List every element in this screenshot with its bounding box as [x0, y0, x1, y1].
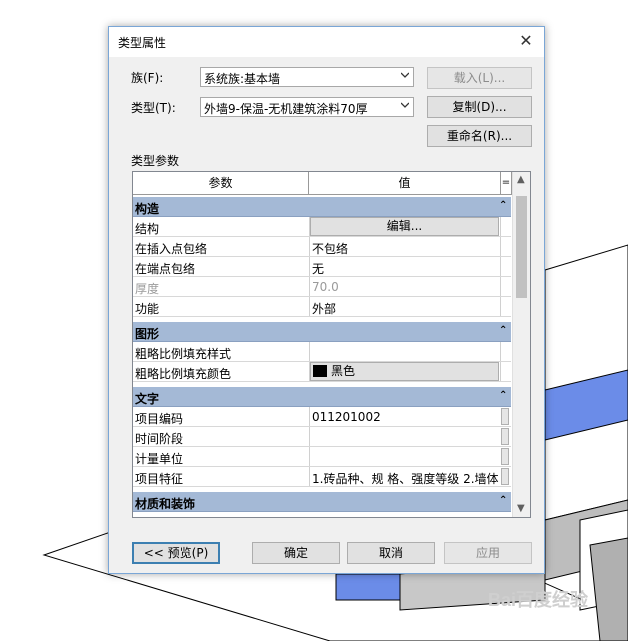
param-row: 项目编码 011201002 — [133, 407, 511, 427]
column-header-param[interactable]: 参数 — [133, 172, 309, 195]
ellipsis-button[interactable] — [501, 428, 509, 445]
type-value: 外墙9-保温-无机建筑涂料70厚 — [204, 102, 368, 116]
load-button[interactable]: 载入(L)... — [427, 67, 532, 89]
dialog-title: 类型属性 — [118, 36, 167, 50]
param-row: 计量单位 — [133, 447, 511, 467]
family-label: 族(F): — [131, 71, 164, 85]
param-row: 功能 外部 — [133, 297, 511, 317]
param-row: 结构 编辑... — [133, 217, 511, 237]
param-name: 结构 — [135, 222, 160, 236]
group-name: 文字 — [135, 392, 160, 406]
param-value[interactable]: 无 — [312, 260, 500, 277]
color-name: 黑色 — [331, 364, 356, 378]
scroll-down-icon[interactable]: ▼ — [517, 503, 525, 514]
param-name: 在端点包络 — [135, 262, 196, 276]
param-name: 项目特征 — [135, 472, 184, 486]
close-icon[interactable]: ✕ — [514, 30, 538, 52]
cancel-button[interactable]: 取消 — [347, 542, 435, 564]
color-picker-button[interactable]: 黑色 — [310, 362, 499, 381]
column-header-value[interactable]: 值 — [309, 172, 501, 195]
param-row: 项目特征 1.砖品种、规 格、强度等级 2.墙体 — [133, 467, 511, 487]
edit-structure-button[interactable]: 编辑... — [310, 217, 499, 236]
param-name: 在插入点包络 — [135, 242, 208, 256]
family-value: 系统族:基本墙 — [204, 72, 281, 86]
param-row: 时间阶段 — [133, 427, 511, 447]
scroll-up-icon[interactable]: ▲ — [517, 174, 525, 185]
watermark: Bai百度经验 — [488, 589, 589, 610]
wall-blue-bottom — [335, 573, 401, 601]
param-name: 粗略比例填充颜色 — [135, 367, 232, 381]
type-dropdown[interactable]: 外墙9-保温-无机建筑涂料70厚 — [200, 97, 414, 117]
param-row: 粗略比例填充颜色 黑色 — [133, 362, 511, 382]
apply-button[interactable]: 应用 — [444, 542, 532, 564]
family-dropdown[interactable]: 系统族:基本墙 — [200, 67, 414, 87]
group-header-graphics[interactable]: 图形 ⌃ — [133, 322, 511, 342]
chevron-down-icon — [401, 72, 409, 78]
title-bar: 类型属性 ✕ — [109, 27, 544, 57]
group-name: 图形 — [135, 327, 160, 341]
type-parameters-grid: 参数 值 = 构造 ⌃ 结构 编辑... 在插入点包络 不包络 在端点包络 无 … — [132, 171, 531, 518]
type-properties-dialog: 类型属性 ✕ 族(F): 系统族:基本墙 载入(L)... 类型(T): 外墙9… — [108, 26, 545, 574]
group-header-text[interactable]: 文字 ⌃ — [133, 387, 511, 407]
param-value[interactable]: 1.砖品种、规 格、强度等级 2.墙体 — [312, 470, 500, 487]
param-name: 时间阶段 — [135, 432, 184, 446]
param-name: 计量单位 — [135, 452, 184, 466]
param-row: 粗略比例填充样式 — [133, 342, 511, 362]
group-header-materials[interactable]: 材质和装饰 ⌃ — [133, 492, 511, 512]
param-value[interactable]: 不包络 — [312, 240, 500, 257]
param-name: 功能 — [135, 302, 160, 316]
type-label: 类型(T): — [131, 101, 176, 115]
collapse-icon[interactable]: ⌃ — [499, 495, 507, 506]
param-value[interactable]: 011201002 — [312, 410, 500, 424]
collapse-icon[interactable]: ⌃ — [499, 200, 507, 211]
param-name: 厚度 — [135, 282, 160, 296]
param-row: 在端点包络 无 — [133, 257, 511, 277]
scrollbar-thumb[interactable] — [516, 196, 527, 298]
ok-button[interactable]: 确定 — [252, 542, 340, 564]
color-swatch — [313, 365, 327, 377]
ellipsis-button[interactable] — [501, 408, 509, 425]
rename-button[interactable]: 重命名(R)... — [427, 125, 532, 147]
param-value[interactable]: 外部 — [312, 300, 500, 317]
param-name: 项目编码 — [135, 412, 184, 426]
vertical-scrollbar[interactable]: ▲ ▼ — [512, 172, 530, 517]
chevron-down-icon — [401, 102, 409, 108]
type-params-label: 类型参数 — [131, 154, 180, 168]
group-name: 材质和装饰 — [135, 497, 196, 511]
collapse-icon[interactable]: ⌃ — [499, 390, 507, 401]
param-name: 粗略比例填充样式 — [135, 347, 232, 361]
ellipsis-button[interactable] — [501, 448, 509, 465]
duplicate-button[interactable]: 复制(D)... — [427, 96, 532, 118]
param-row: 在插入点包络 不包络 — [133, 237, 511, 257]
param-value: 70.0 — [312, 280, 339, 294]
column-header-formula: = — [501, 172, 512, 195]
group-name: 构造 — [135, 202, 160, 216]
collapse-icon[interactable]: ⌃ — [499, 325, 507, 336]
group-header-construction[interactable]: 构造 ⌃ — [133, 197, 511, 217]
preview-button[interactable]: << 预览(P) — [132, 542, 220, 564]
param-row: 厚度 70.0 — [133, 277, 511, 297]
ellipsis-button[interactable] — [501, 468, 509, 485]
